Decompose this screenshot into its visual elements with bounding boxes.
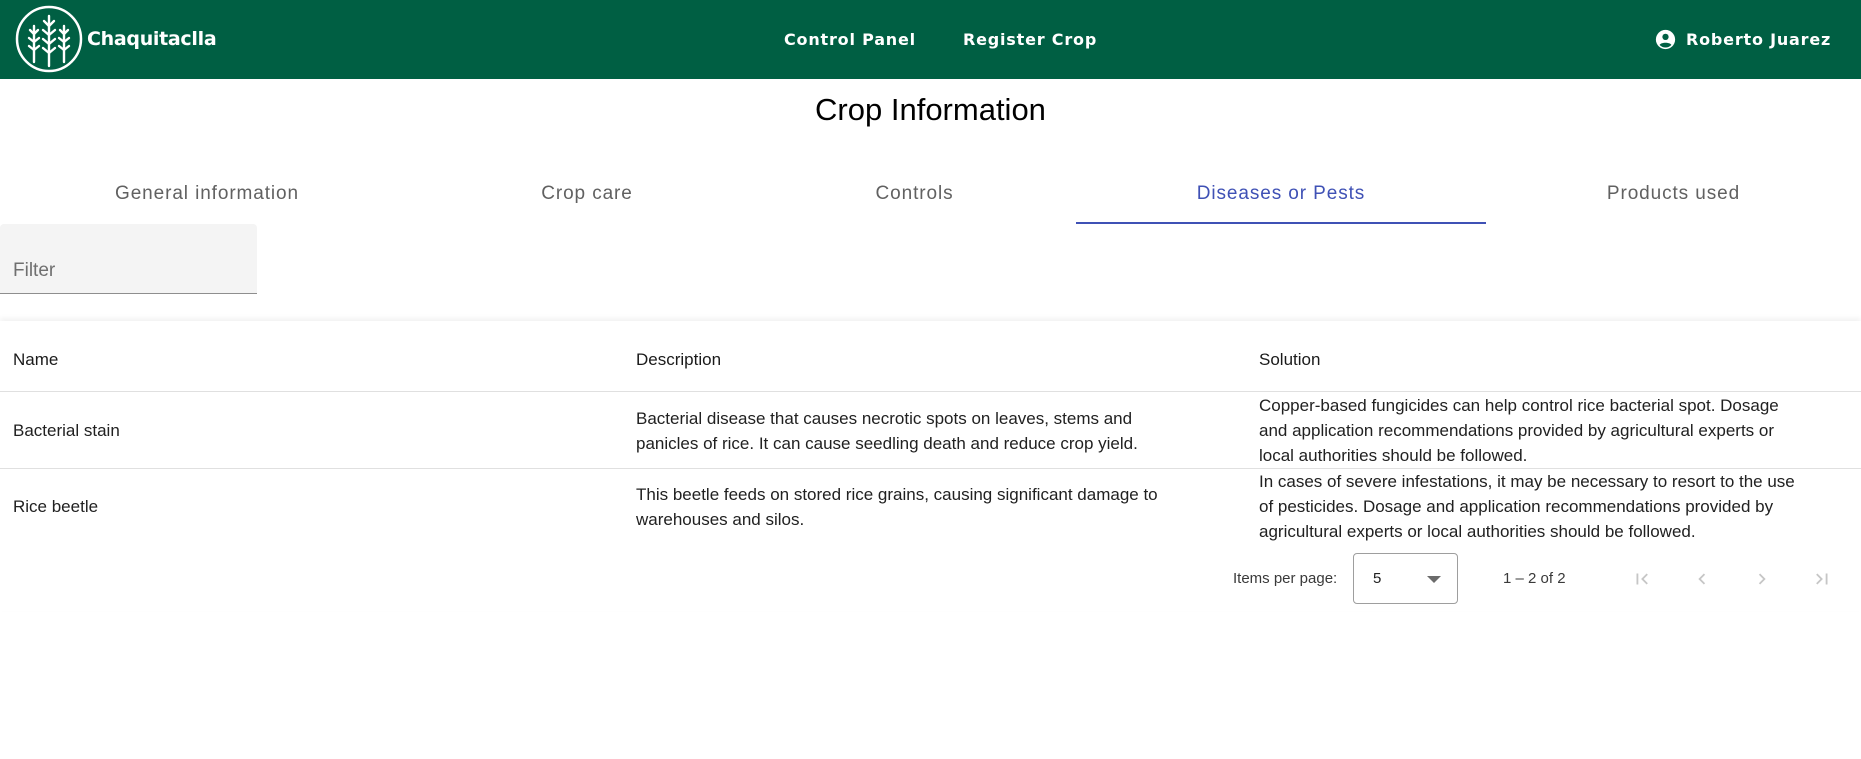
description-line: Bacterial disease that causes necrotic s… [636, 409, 1133, 428]
nav-register-crop[interactable]: Register Crop [963, 0, 1097, 79]
solution-line: agricultural experts or local authoritie… [1259, 522, 1696, 541]
tab-crop-care[interactable]: Crop care [414, 164, 760, 224]
nav-control-panel[interactable]: Control Panel [784, 0, 916, 79]
solution-line: Copper-based fungicides can help control… [1259, 396, 1779, 415]
column-header-solution[interactable]: Solution [1259, 347, 1320, 372]
user-menu[interactable]: Roberto Juarez [1655, 0, 1831, 79]
tab-bar: General information Crop care Controls D… [0, 164, 1861, 224]
last-page-button[interactable] [1800, 557, 1844, 601]
last-page-icon [1816, 573, 1828, 585]
items-per-page-value: 5 [1373, 570, 1382, 587]
solution-line: local authorities should be followed. [1259, 446, 1528, 465]
range-label: 1 – 2 of 2 [1503, 570, 1566, 587]
user-name: Roberto Juarez [1686, 30, 1832, 49]
first-page-icon [1636, 573, 1648, 585]
description-line: panicles of rice. It can cause seedling … [636, 434, 1138, 453]
row-solution-cell: In cases of severe infestations, it may … [1259, 469, 1795, 544]
tab-controls[interactable]: Controls [760, 164, 1069, 224]
paginator: Items per page: 5 1 – 2 of 2 [0, 553, 1861, 605]
next-page-button[interactable] [1740, 557, 1784, 601]
wheat-logo-icon [15, 5, 83, 73]
header-divider [0, 391, 1861, 392]
previous-page-button[interactable] [1680, 557, 1724, 601]
items-per-page-select[interactable]: 5 [1353, 553, 1458, 604]
row-name-cell: Rice beetle [13, 497, 99, 516]
row-description-cell: This beetle feeds on stored rice grains,… [636, 482, 1158, 532]
brand[interactable]: Chaquitaclla [14, 4, 217, 74]
description-line: warehouses and silos. [636, 510, 805, 529]
solution-line: of pesticides. Dosage and application re… [1259, 497, 1774, 516]
row-name-cell: Bacterial stain [13, 421, 120, 440]
next-page-icon [1758, 573, 1766, 585]
column-header-name[interactable]: Name [13, 347, 58, 372]
tab-diseases-or-pests[interactable]: Diseases or Pests [1076, 164, 1486, 224]
row-description-cell: Bacterial disease that causes necrotic s… [636, 406, 1138, 456]
tab-general-information[interactable]: General information [0, 164, 414, 224]
column-header-description[interactable]: Description [636, 347, 721, 372]
active-tab-indicator [1076, 222, 1486, 224]
filter-input[interactable] [0, 224, 257, 293]
solution-line: In cases of severe infestations, it may … [1259, 472, 1795, 491]
first-page-button[interactable] [1620, 557, 1664, 601]
description-line: This beetle feeds on stored rice grains,… [636, 485, 1158, 504]
items-per-page-label: Items per page: [1233, 570, 1338, 587]
solution-line: and application recommendations provided… [1259, 421, 1775, 440]
page-title: Crop Information [815, 92, 1046, 127]
dropdown-arrow-icon [1427, 576, 1441, 583]
previous-page-icon [1698, 573, 1706, 585]
tab-products-used[interactable]: Products used [1486, 164, 1861, 224]
brand-name: Chaquitaclla [87, 28, 217, 50]
top-navbar: Chaquitaclla Control Panel Register Crop… [0, 0, 1861, 79]
row-solution-cell: Copper-based fungicides can help control… [1259, 393, 1779, 468]
filter-field [0, 224, 257, 294]
account-circle-icon [1655, 29, 1676, 50]
